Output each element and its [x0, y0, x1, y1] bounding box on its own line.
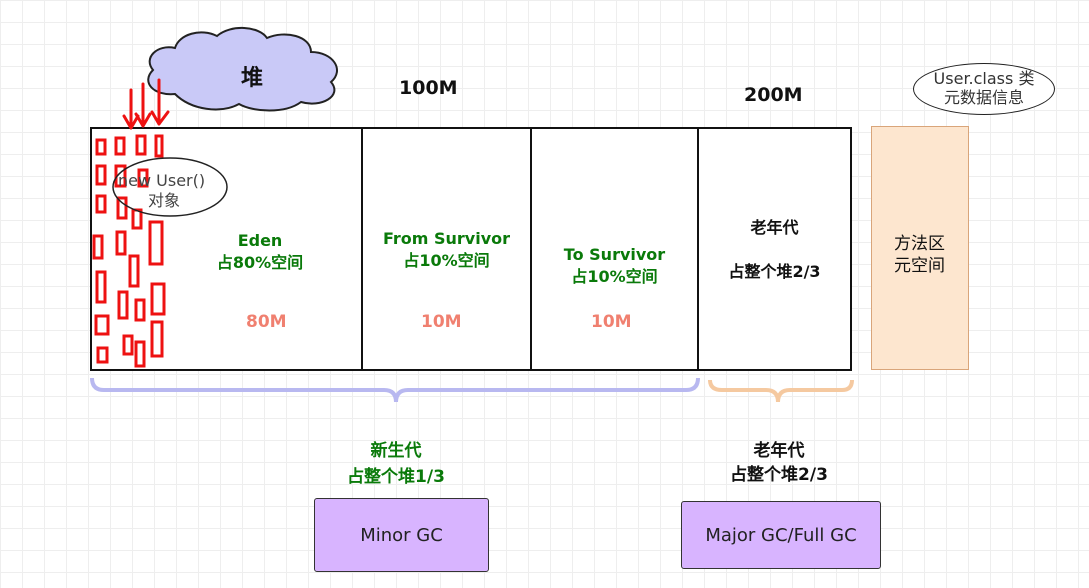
metaspace-note-line2: 元数据信息	[943, 88, 1024, 107]
old-gen-label-line1: 老年代	[753, 441, 805, 461]
method-area-region: 方法区 元空间	[871, 126, 969, 370]
young-gen-brace	[90, 377, 700, 403]
to-survivor-ratio: 占10%空间	[571, 267, 658, 286]
metaspace-note-line1: User.class 类	[933, 69, 1035, 88]
old-gen-region: 老年代 占整个堆2/3	[697, 127, 852, 371]
from-survivor-size: 10M	[421, 312, 462, 332]
major-gc-button[interactable]: Major GC/Full GC	[681, 501, 881, 569]
heap-cloud-label: 堆	[241, 66, 264, 91]
method-area-line1: 方法区	[894, 234, 945, 254]
method-area-line2: 元空间	[894, 256, 945, 276]
eden-name: Eden	[237, 231, 283, 250]
minor-gc-button[interactable]: Minor GC	[314, 498, 489, 572]
to-survivor-name: To Survivor	[563, 245, 666, 264]
eden-region: Eden 占80%空间 80M	[90, 127, 363, 371]
eden-ratio: 占80%空间	[216, 253, 304, 272]
old-gen-ratio: 占整个堆2/3	[728, 262, 821, 281]
from-survivor-region: From Survivor 占10%空间 10M	[361, 127, 532, 371]
young-size-label: 100M	[399, 77, 458, 99]
young-gen-label-line2: 占整个堆1/3	[347, 467, 445, 487]
to-survivor-size: 10M	[591, 312, 632, 332]
old-gen-name: 老年代	[750, 218, 799, 237]
to-survivor-region: To Survivor 占10%空间 10M	[530, 127, 699, 371]
metaspace-note: User.class 类 元数据信息	[913, 63, 1055, 115]
old-size-label: 200M	[744, 84, 803, 106]
from-survivor-ratio: 占10%空间	[403, 251, 490, 270]
from-survivor-name: From Survivor	[382, 229, 511, 248]
old-gen-label-line2: 占整个堆2/3	[730, 465, 828, 485]
old-gen-brace	[708, 379, 854, 403]
young-gen-label-line1: 新生代	[370, 441, 422, 461]
eden-size: 80M	[246, 312, 287, 332]
